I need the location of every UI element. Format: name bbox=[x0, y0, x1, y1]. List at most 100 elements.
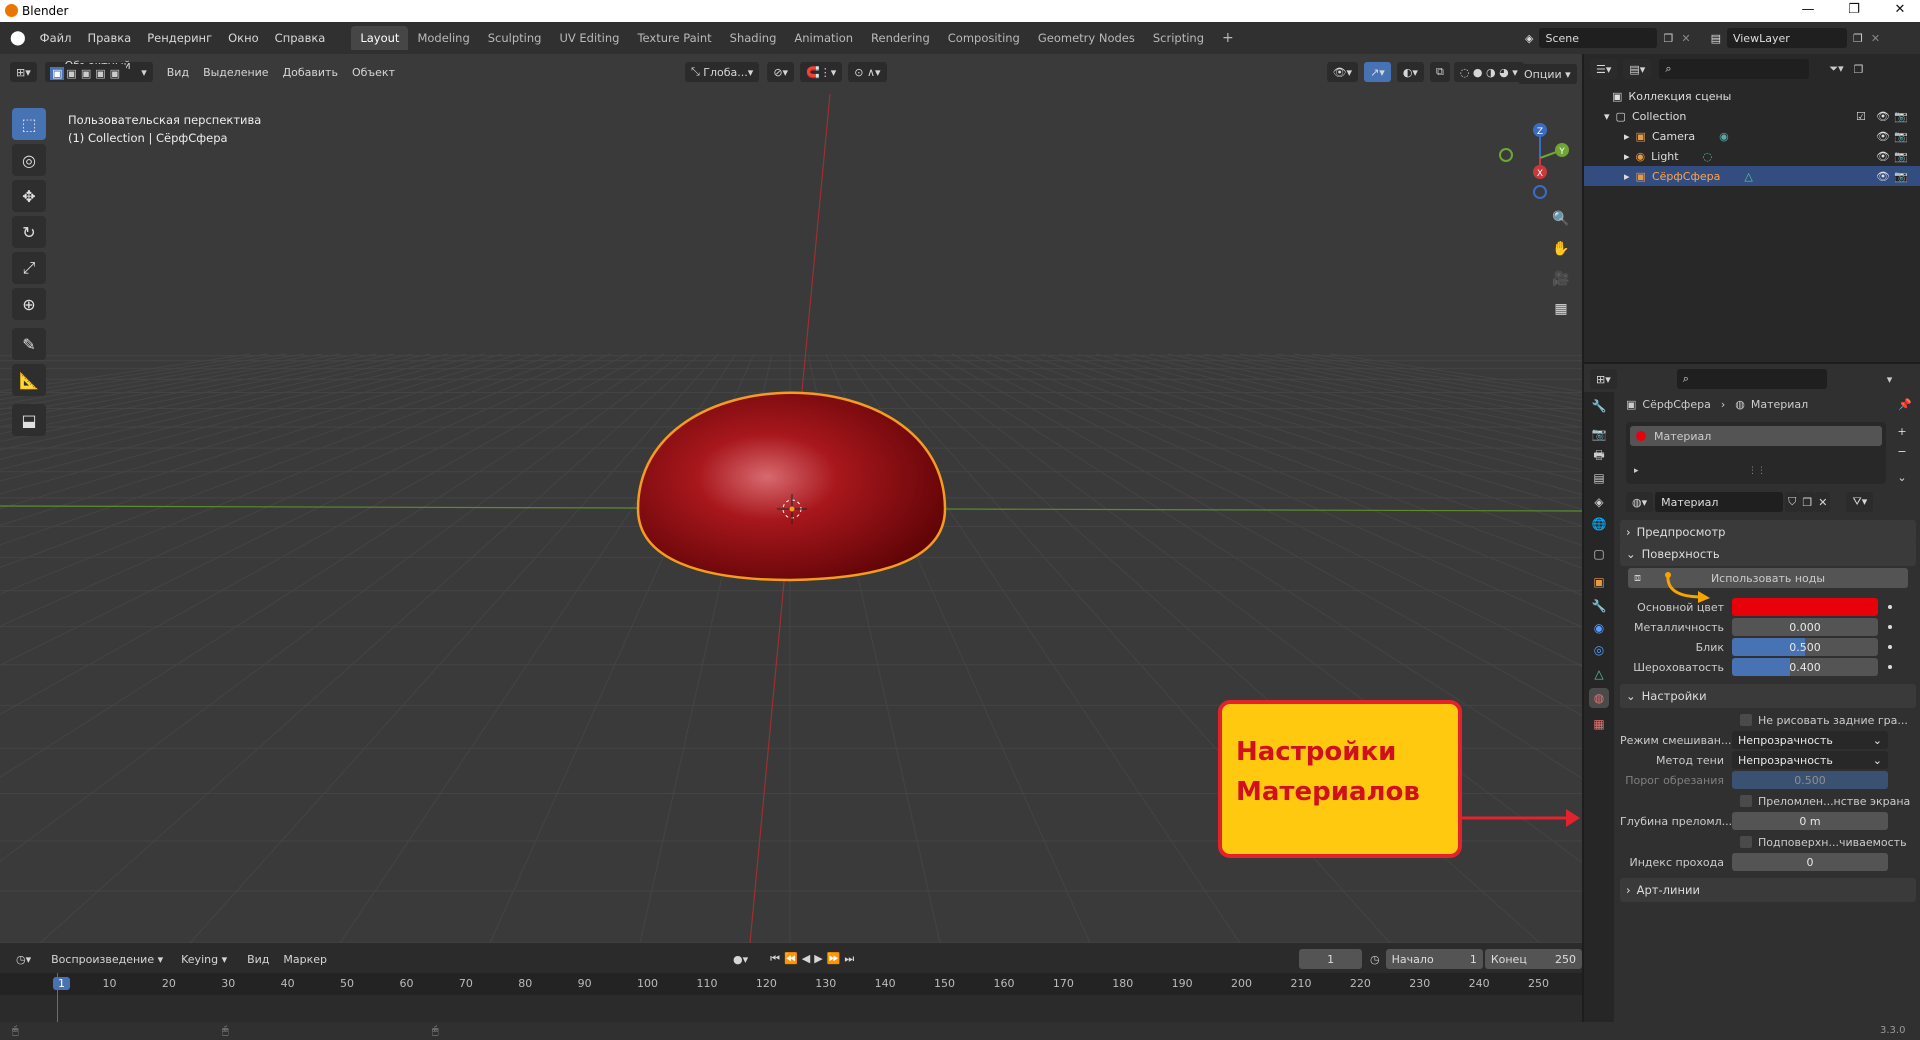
measure-tool-icon[interactable]: 📐 bbox=[12, 364, 46, 396]
blend-mode-dropdown[interactable]: Непрозрачность ⌄ bbox=[1732, 731, 1888, 749]
tab-scripting[interactable]: Scripting bbox=[1144, 26, 1213, 50]
expand-arrow-icon[interactable]: ▸ bbox=[1634, 466, 1639, 476]
eye-icon[interactable]: 👁 bbox=[1876, 130, 1890, 143]
modifier-tab-icon[interactable]: 🔧 bbox=[1589, 596, 1609, 616]
resize-handle-icon[interactable]: ⋮⋮ bbox=[1748, 466, 1766, 476]
tab-animation[interactable]: Animation bbox=[785, 26, 862, 50]
pass-index-field[interactable]: 0 bbox=[1732, 853, 1888, 871]
unlink-material-icon[interactable]: ✕ bbox=[1815, 492, 1831, 512]
scale-tool-icon[interactable]: ⤢ bbox=[12, 252, 46, 284]
playhead[interactable] bbox=[57, 973, 58, 1027]
outliner-collection[interactable]: ▾ ▢ Collection ☑ 👁 📷 bbox=[1584, 106, 1920, 126]
tab-rendering[interactable]: Rendering bbox=[862, 26, 939, 50]
close-window-button[interactable]: ✕ bbox=[1880, 2, 1920, 20]
maximize-button[interactable]: ❐ bbox=[1834, 2, 1874, 20]
keyframe-dot-icon[interactable] bbox=[1888, 625, 1892, 629]
end-frame-field[interactable]: Конец 250 bbox=[1484, 949, 1582, 969]
keying-menu[interactable]: Keying ▾ bbox=[175, 949, 234, 969]
eye-icon[interactable]: 👁 bbox=[1876, 170, 1890, 183]
camera-render-icon[interactable]: 📷 bbox=[1894, 170, 1908, 183]
select-subtract-icon[interactable]: ▣ bbox=[79, 67, 93, 80]
keyframe-dot-icon[interactable] bbox=[1888, 645, 1892, 649]
filter-icon[interactable]: ⏷▾ bbox=[1829, 62, 1843, 76]
camera-render-icon[interactable]: 📷 bbox=[1894, 130, 1908, 143]
scene-icon[interactable]: ◈ bbox=[1525, 32, 1533, 45]
refraction-depth-field[interactable]: 0 m bbox=[1732, 812, 1888, 830]
outliner-item-light[interactable]: ▸ ◉ Light ◌ 👁 📷 bbox=[1584, 146, 1920, 166]
playback-controls[interactable]: ⏮⏪◀▶⏩⏭ bbox=[764, 949, 865, 969]
keyframe-dot-icon[interactable] bbox=[1888, 665, 1892, 669]
add-workspace-button[interactable]: + bbox=[1213, 25, 1243, 51]
menu-render[interactable]: Рендеринг bbox=[147, 31, 212, 45]
outliner-search[interactable]: ⌕ bbox=[1659, 59, 1810, 79]
object-data-tab-icon[interactable]: △ bbox=[1589, 664, 1609, 684]
eye-icon[interactable]: 👁 bbox=[1876, 110, 1890, 123]
view-layer-field[interactable]: ViewLayer bbox=[1726, 28, 1847, 48]
proportional-edit[interactable]: ⊙ ∧▾ bbox=[848, 62, 887, 82]
rotate-tool-icon[interactable]: ↻ bbox=[12, 216, 46, 248]
snap-toggle[interactable]: 🧲⋮▾ bbox=[800, 62, 843, 82]
cursor-tool-icon[interactable]: ◎ bbox=[12, 144, 46, 176]
menu-file[interactable]: Файл bbox=[40, 31, 72, 45]
autokey-button[interactable]: ●▾ bbox=[727, 949, 755, 969]
link-material-icon[interactable]: ⛛▾ bbox=[1846, 492, 1874, 512]
transform-tool-icon[interactable]: ⊕ bbox=[12, 288, 46, 320]
gizmo-toggle[interactable]: ↗▾ bbox=[1364, 62, 1391, 82]
add-slot-icon[interactable]: + bbox=[1892, 422, 1912, 442]
display-mode[interactable]: ▤▾ bbox=[1623, 59, 1652, 79]
particles-tab-icon[interactable]: ◉ bbox=[1589, 618, 1609, 638]
menu-add[interactable]: Добавить bbox=[283, 66, 338, 79]
material-name-field[interactable]: Материал bbox=[1655, 492, 1784, 512]
new-collection-icon[interactable]: ❐ bbox=[1854, 63, 1864, 76]
sss-row[interactable]: Подповерхн...чиваемость bbox=[1620, 832, 1916, 852]
minimize-button[interactable]: — bbox=[1788, 2, 1828, 20]
select-invert-icon[interactable]: ▣ bbox=[93, 67, 107, 80]
backface-row[interactable]: Не рисовать задние гра... bbox=[1620, 710, 1916, 730]
annotate-tool-icon[interactable]: ✎ bbox=[12, 328, 46, 360]
menu-select[interactable]: Выделение bbox=[203, 66, 269, 79]
scene-field[interactable]: Scene bbox=[1539, 28, 1658, 48]
object-tab-icon[interactable]: ▣ bbox=[1589, 572, 1609, 592]
clock-icon[interactable]: ◷ bbox=[1370, 953, 1380, 966]
menu-object[interactable]: Объект bbox=[352, 66, 395, 79]
current-frame-field[interactable]: 1 bbox=[1299, 949, 1363, 969]
texture-tab-icon[interactable]: ▦ bbox=[1589, 714, 1609, 734]
select-mode-buttons[interactable]: ▣ ▣ ▣ ▣ ▣ bbox=[46, 64, 127, 82]
panel-surface[interactable]: ⌄ Поверхность bbox=[1620, 542, 1916, 566]
add-cube-tool-icon[interactable]: ⬓ bbox=[12, 404, 46, 436]
material-slot-list[interactable]: Материал ▸ ⋮⋮ bbox=[1626, 422, 1886, 484]
shadow-mode-dropdown[interactable]: Непрозрачность ⌄ bbox=[1732, 751, 1888, 769]
physics-tab-icon[interactable]: ◎ bbox=[1589, 640, 1609, 660]
world-tab-icon[interactable]: 🌐 bbox=[1589, 514, 1609, 534]
specular-slider[interactable]: 0.500 bbox=[1732, 638, 1878, 656]
shading-modes[interactable]: ◌ ● ◑ ◕ ▾ bbox=[1453, 62, 1524, 82]
tab-geometry-nodes[interactable]: Geometry Nodes bbox=[1029, 26, 1144, 50]
ortho-grid-icon[interactable]: ▦ bbox=[1548, 296, 1574, 322]
editor-type-button[interactable]: ⊞▾ bbox=[10, 62, 37, 82]
timeline-menu-view[interactable]: Вид bbox=[247, 953, 269, 966]
outliner-item-sphere[interactable]: ▸ ▣ СёрфСфера △ 👁 📷 bbox=[1584, 166, 1920, 186]
outliner-editor-type[interactable]: ☰▾ bbox=[1590, 59, 1618, 79]
browse-material-icon[interactable]: ◍▾ bbox=[1626, 492, 1654, 512]
blender-menu-icon[interactable]: ⬤ bbox=[10, 30, 26, 46]
render-tab-icon[interactable]: 📷 bbox=[1589, 424, 1609, 444]
material-tab-icon[interactable]: ◍ bbox=[1589, 688, 1609, 708]
backface-checkbox[interactable] bbox=[1740, 714, 1752, 726]
timeline-editor-type[interactable]: ◷▾ bbox=[10, 949, 38, 969]
transform-orientation[interactable]: ⤡ Глоба... ▾ bbox=[685, 62, 760, 82]
move-tool-icon[interactable]: ✥ bbox=[12, 180, 46, 212]
tab-layout[interactable]: Layout bbox=[351, 26, 409, 50]
start-frame-field[interactable]: Начало 1 bbox=[1385, 949, 1483, 969]
pivot-point[interactable]: ⊘▾ bbox=[767, 62, 795, 82]
scene-tab-icon[interactable]: ◈ bbox=[1589, 492, 1609, 512]
overlay-toggle[interactable]: ◐▾ bbox=[1396, 62, 1424, 82]
select-intersect-icon[interactable]: ▣ bbox=[108, 67, 122, 80]
outliner-scene-collection[interactable]: ▣ Коллекция сцены bbox=[1584, 86, 1920, 106]
refraction-row[interactable]: Преломлен...нстве экрана bbox=[1620, 791, 1916, 811]
tab-modeling[interactable]: Modeling bbox=[408, 26, 478, 50]
panel-lineart[interactable]: › Арт-линии bbox=[1620, 878, 1916, 902]
tab-compositing[interactable]: Compositing bbox=[939, 26, 1029, 50]
options-button[interactable]: Опции ▾ bbox=[1518, 64, 1577, 84]
select-new-icon[interactable]: ▣ bbox=[50, 66, 65, 80]
timeline-menu-marker[interactable]: Маркер bbox=[283, 953, 327, 966]
